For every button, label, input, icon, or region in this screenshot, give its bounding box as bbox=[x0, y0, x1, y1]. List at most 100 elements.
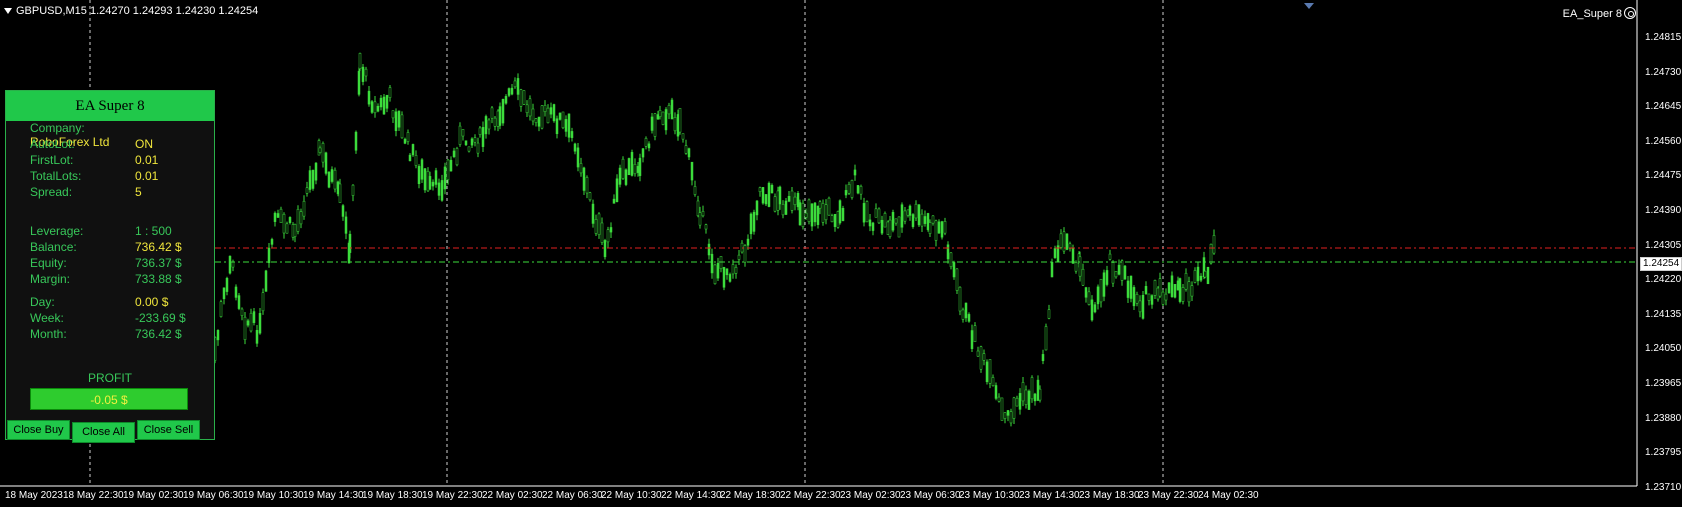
candle-body bbox=[647, 143, 651, 149]
chart-shift-marker-icon[interactable] bbox=[1304, 3, 1314, 9]
candle-body bbox=[576, 147, 580, 168]
candle-body bbox=[841, 208, 845, 222]
candle-body bbox=[357, 70, 361, 95]
candle-body bbox=[787, 196, 791, 202]
candle-body bbox=[305, 187, 309, 194]
close-buy-button[interactable]: Close Buy bbox=[7, 420, 70, 440]
candle-body bbox=[862, 203, 866, 223]
candle-body bbox=[976, 350, 980, 357]
candle-body bbox=[1012, 397, 1016, 419]
close-sell-button[interactable]: Close Sell bbox=[137, 420, 200, 440]
candle-body bbox=[749, 213, 753, 235]
candle-body bbox=[850, 180, 854, 198]
candle-body bbox=[1078, 256, 1082, 277]
price-tick-label: 1.24560 bbox=[1645, 135, 1682, 147]
candle-body bbox=[1015, 397, 1019, 407]
candle-body bbox=[481, 127, 485, 147]
candle-body bbox=[1147, 293, 1151, 301]
current-price-tag: 1.24254 bbox=[1640, 257, 1682, 271]
candle-body bbox=[638, 157, 642, 176]
candle-body bbox=[883, 213, 887, 228]
price-axis[interactable]: 1.24815 1.24730 1.24645 1.24560 1.24475 1.243… bbox=[1637, 0, 1682, 493]
candle-body bbox=[496, 110, 500, 127]
candle-body bbox=[1196, 266, 1200, 282]
candle-body bbox=[478, 127, 482, 135]
candle-body bbox=[458, 125, 462, 145]
candle-body bbox=[807, 199, 811, 222]
candle-body bbox=[338, 183, 342, 203]
candle-body bbox=[1158, 278, 1162, 297]
candle-body bbox=[1120, 260, 1124, 281]
expert-name: EA_Super 8 bbox=[1562, 8, 1622, 20]
candle-body bbox=[285, 223, 289, 234]
candle-body bbox=[830, 215, 834, 223]
candle-body bbox=[1021, 382, 1025, 402]
candle-body bbox=[449, 159, 453, 172]
candle-body bbox=[234, 286, 238, 298]
candle-body bbox=[579, 163, 583, 174]
candle-body bbox=[609, 227, 613, 233]
panel-row-value: 0.01 bbox=[135, 169, 159, 183]
candle-body bbox=[810, 203, 814, 227]
candle-body bbox=[988, 359, 992, 384]
time-tick-label: 19 May 06:30 bbox=[183, 490, 244, 501]
candle-body bbox=[776, 190, 780, 211]
candle-body bbox=[270, 239, 274, 245]
candle-body bbox=[255, 330, 259, 344]
candle-body bbox=[276, 213, 280, 218]
price-tick-label: 1.24305 bbox=[1645, 239, 1682, 251]
candle-body bbox=[1099, 278, 1103, 303]
time-tick-label: 22 May 02:30 bbox=[482, 490, 543, 501]
candle-body bbox=[414, 155, 418, 166]
candle-body bbox=[955, 268, 959, 291]
candle-body bbox=[1144, 286, 1148, 295]
candle-body bbox=[746, 238, 750, 246]
panel-row-value: 5 bbox=[135, 185, 142, 199]
candle-body bbox=[507, 88, 511, 96]
candle-body bbox=[400, 114, 404, 139]
candle-body bbox=[470, 138, 474, 146]
candle-body bbox=[351, 184, 355, 196]
price-chart[interactable] bbox=[0, 0, 1682, 507]
candle-body bbox=[891, 212, 895, 231]
candle-body bbox=[1111, 262, 1115, 284]
candle-body bbox=[267, 247, 271, 263]
candle-body bbox=[411, 144, 415, 156]
candle-body bbox=[364, 68, 368, 77]
candle-body bbox=[225, 277, 229, 292]
time-tick-label: 22 May 14:30 bbox=[661, 490, 722, 501]
candle-body bbox=[443, 166, 447, 190]
candle-body bbox=[781, 204, 785, 216]
time-tick-label: 19 May 10:30 bbox=[243, 490, 304, 501]
close-all-button[interactable]: Close All bbox=[72, 422, 135, 443]
candle-body bbox=[1081, 268, 1085, 286]
candle-body bbox=[490, 107, 494, 119]
candle-body bbox=[796, 193, 800, 208]
candle-body bbox=[853, 169, 857, 176]
candle-body bbox=[937, 221, 941, 234]
candle-body bbox=[946, 244, 950, 260]
time-tick-label: 22 May 18:30 bbox=[720, 490, 781, 501]
candle-body bbox=[573, 143, 577, 152]
candle-body bbox=[920, 213, 924, 227]
candle-body bbox=[588, 192, 592, 201]
collapse-triangle-icon[interactable] bbox=[4, 8, 12, 15]
candle-body bbox=[330, 169, 334, 182]
candle-body bbox=[452, 150, 456, 157]
candle-body bbox=[673, 117, 677, 132]
candle-body bbox=[678, 108, 682, 133]
candle-body bbox=[1050, 261, 1054, 278]
candle-body bbox=[567, 113, 571, 138]
candle-body bbox=[1044, 326, 1048, 351]
candle-body bbox=[911, 214, 915, 227]
candle-body bbox=[487, 119, 491, 130]
time-tick-label: 18 May 2023 bbox=[5, 490, 63, 501]
candle-body bbox=[676, 114, 680, 137]
candle-body bbox=[473, 137, 477, 143]
candle-body bbox=[1114, 271, 1118, 278]
candle-body bbox=[394, 111, 398, 132]
expert-smiley-icon[interactable] bbox=[1624, 7, 1636, 19]
candle-body bbox=[624, 169, 628, 185]
candle-body bbox=[376, 105, 380, 112]
candle-body bbox=[636, 166, 640, 173]
